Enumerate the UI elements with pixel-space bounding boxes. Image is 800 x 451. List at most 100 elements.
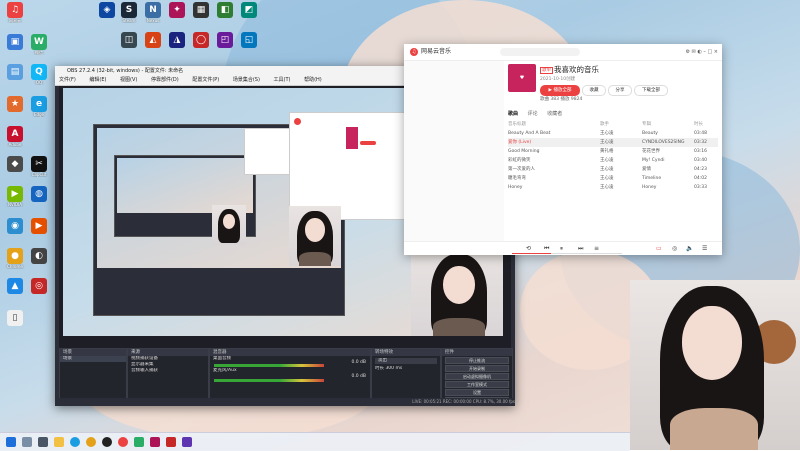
menu-scene-collection[interactable]: 场景集合(S)	[233, 77, 260, 83]
desktop-icon[interactable]: A Adobe	[4, 126, 26, 156]
file-explorer-icon[interactable]	[54, 437, 64, 447]
app-icon: ◎	[31, 278, 47, 294]
duration-input[interactable]: 300 ms	[385, 366, 402, 371]
menu-file[interactable]: 文件(F)	[59, 77, 76, 83]
song-row[interactable]: 第一次爱的人 王心凌 爱情 04:23	[508, 165, 718, 174]
desktop-icon[interactable]: ◆	[4, 156, 26, 186]
tab-comments[interactable]: 评论	[528, 111, 538, 117]
desktop-icon[interactable]: ▯	[4, 310, 26, 340]
desktop-icon[interactable]: ✂ CapCut	[28, 156, 50, 186]
sound-effect-icon[interactable]: ◎	[672, 244, 677, 254]
transitions-dock[interactable]: 转场特效 淡出 时长 300 ms	[371, 348, 441, 400]
music-window[interactable]: ♫ 网易云音乐 ⚙ ✉ ◐ – □ × ♥ 歌单 我喜欢的音乐 2021-10-…	[404, 44, 722, 255]
playlist-cover: ♥	[508, 64, 536, 92]
share-button[interactable]: 分享	[608, 85, 632, 96]
desktop-icon[interactable]: S Steam	[118, 2, 140, 32]
studio-mode-button[interactable]: 工作室模式	[445, 381, 509, 388]
desktop-icon[interactable]: ◩	[238, 2, 260, 32]
music-player-bar: ⟲ ⏮ ⏸ ⏭ ≡ ▭ ◎ 🔈 ☰	[404, 241, 722, 255]
music-title-bar[interactable]: ♫ 网易云音乐 ⚙ ✉ ◐ – □ ×	[404, 44, 722, 61]
playback-progress[interactable]	[512, 253, 622, 254]
stop-streaming-button[interactable]: 停止推流	[445, 357, 509, 364]
controls-dock[interactable]: 控件 停止推流 开始录制 启动虚拟摄像机 工作室模式 设置 退出	[441, 348, 513, 404]
song-row[interactable]: Beauty And A Beat 王心凌 Beauty 03:48	[508, 129, 718, 138]
volume-icon[interactable]: 🔈	[686, 244, 693, 254]
song-row[interactable]: 爱你 (Live) 王心凌 CYNDILOVES2SING 03:32	[508, 138, 718, 147]
menu-tools[interactable]: 工具(T)	[274, 77, 291, 83]
windows-start-icon[interactable]	[6, 437, 16, 447]
desktop-icon[interactable]: ◎	[28, 278, 50, 308]
obs-icon[interactable]	[102, 437, 112, 447]
collect-button[interactable]: 收藏	[582, 85, 606, 96]
music-search-input[interactable]	[500, 48, 580, 56]
audio-mixer-dock[interactable]: 混音器 桌面音频 麦克风/Aux 0.0 dB 0.0 dB	[209, 348, 371, 400]
scene-item[interactable]: 场景	[60, 356, 126, 362]
play-all-button[interactable]: ▶ 播放全部	[540, 85, 580, 96]
search-icon[interactable]	[22, 437, 32, 447]
app-icon[interactable]	[182, 437, 192, 447]
desktop-icon[interactable]: W 微信	[28, 34, 50, 64]
start-recording-button[interactable]: 开始录制	[445, 365, 509, 372]
desktop-icon[interactable]: ◈	[96, 2, 118, 32]
desktop-icon[interactable]: ● Chrome	[4, 248, 26, 278]
app-icon[interactable]	[134, 437, 144, 447]
desktop-icon[interactable]: ▲	[4, 278, 26, 308]
desktop-icon[interactable]: ♫ 网易云	[4, 2, 26, 32]
desktop-icon[interactable]: ◭	[142, 32, 164, 62]
window-controls[interactable]: ⚙ ✉ ◐ – □ ×	[686, 47, 718, 57]
playlist-icon[interactable]: ☰	[702, 244, 707, 254]
desktop-icon[interactable]: e Edge	[28, 96, 50, 126]
desktop-icon[interactable]: ▣	[4, 34, 26, 64]
app-icon: ◭	[145, 32, 161, 48]
music-brand: 网易云音乐	[421, 48, 452, 55]
desktop-icon[interactable]: ◰	[214, 32, 236, 62]
netease-music-icon[interactable]	[118, 437, 128, 447]
download-all-button[interactable]: 下载全部	[634, 85, 668, 96]
song-row[interactable]: 睫毛弯弯 王心凌 Timeline 04:02	[508, 174, 718, 183]
desktop-icon[interactable]: ▶	[28, 218, 50, 248]
desktop-icon[interactable]: ◉	[4, 218, 26, 248]
menu-view[interactable]: 视图(V)	[120, 77, 137, 83]
desktop-icon[interactable]: ▦	[190, 2, 212, 32]
menu-edit[interactable]: 编辑(E)	[89, 77, 106, 83]
menu-profile[interactable]: 配置文件(P)	[192, 77, 219, 83]
app-icon: ★	[7, 96, 23, 112]
desktop-icon[interactable]: ◱	[238, 32, 260, 62]
menu-docks[interactable]: 停靠部件(D)	[151, 77, 179, 83]
desktop-icon[interactable]: ◍	[28, 186, 50, 216]
desktop-icon[interactable]: ◧	[214, 2, 236, 32]
desktop-icon[interactable]: Q QQ	[28, 64, 50, 94]
quality-badge-icon[interactable]: ▭	[656, 244, 662, 254]
chrome-icon[interactable]	[86, 437, 96, 447]
menu-help[interactable]: 帮助(H)	[304, 77, 322, 83]
song-row[interactable]: 彩虹的微笑 王心凌 My! Cyndi 03:40	[508, 156, 718, 165]
tab-collectors[interactable]: 收藏者	[547, 111, 562, 117]
transition-select[interactable]: 淡出	[375, 358, 437, 364]
song-row[interactable]: Good Morning 黄礼格 花花世界 03:16	[508, 147, 718, 156]
task-view-icon[interactable]	[38, 437, 48, 447]
desktop-icon[interactable]: ▤	[4, 64, 26, 94]
source-item[interactable]: 音频输入捕获	[128, 368, 208, 374]
desktop-icon[interactable]: ◐	[28, 248, 50, 278]
tab-songs[interactable]: 歌曲	[508, 111, 518, 117]
audio-level-meter	[214, 364, 324, 367]
desktop-icon[interactable]: ▶ NVIDIA	[4, 186, 26, 216]
scenes-dock[interactable]: 场景 场景	[59, 348, 127, 400]
desktop-icon[interactable]: ★	[4, 96, 26, 126]
person-face	[682, 306, 742, 380]
obs-docks: 场景 场景 来源 视频捕获设备 显示器采集 音频输入捕获 混音器 桌面音频 麦克…	[55, 348, 515, 406]
desktop-icon[interactable]: ◫	[118, 32, 140, 62]
desktop-icon[interactable]: ◮	[166, 32, 188, 62]
playlist-tag: 歌单	[540, 67, 553, 74]
song-row[interactable]: Honey 王心凌 Honey 03:33	[508, 183, 718, 192]
app-icon: ◐	[31, 248, 47, 264]
app-icon[interactable]	[150, 437, 160, 447]
desktop-icon[interactable]: N Nexus	[142, 2, 164, 32]
sources-dock[interactable]: 来源 视频捕获设备 显示器采集 音频输入捕获	[127, 348, 209, 400]
desktop-icon[interactable]: ✦	[166, 2, 188, 32]
virtual-camera-button[interactable]: 启动虚拟摄像机	[445, 373, 509, 380]
desktop-icon[interactable]: ◯	[190, 32, 212, 62]
edge-icon[interactable]	[70, 437, 80, 447]
settings-button[interactable]: 设置	[445, 389, 509, 396]
app-icon[interactable]	[166, 437, 176, 447]
